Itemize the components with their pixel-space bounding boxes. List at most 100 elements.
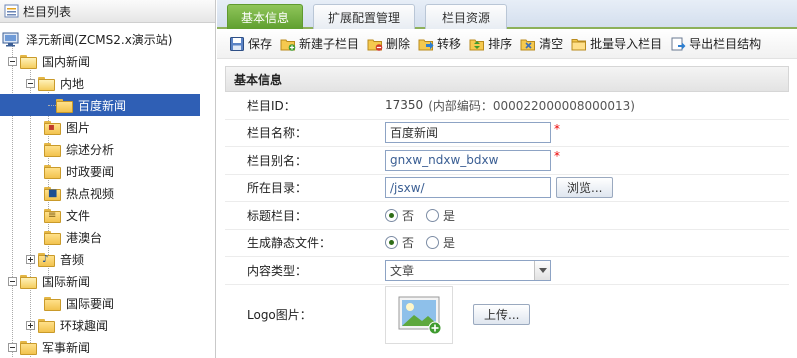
static-yes-option[interactable]: 是 — [426, 234, 455, 251]
move-label: 转移 — [437, 37, 462, 51]
row-column-name: 栏目名称： * — [225, 120, 789, 147]
static-no-option[interactable]: 否 — [385, 234, 414, 251]
tab-column-resources[interactable]: 栏目资源 — [425, 4, 507, 29]
tree-node-label[interactable]: 图片 — [63, 118, 93, 137]
radio-yes[interactable] — [426, 236, 440, 250]
save-label: 保存 — [248, 37, 273, 51]
tree-node-analysis[interactable]: 综述分析 — [0, 138, 215, 160]
expand-toggle-icon[interactable] — [26, 320, 35, 330]
delete-icon — [367, 36, 383, 52]
radio-no[interactable] — [385, 236, 398, 250]
tree-node-baidu-news[interactable]: 百度新闻 — [0, 94, 215, 116]
new-child-column-button[interactable]: 新建子栏目 — [280, 35, 359, 52]
export-icon — [670, 36, 686, 52]
content-type-select[interactable]: 文章 — [385, 259, 551, 281]
tree-node-label[interactable]: 百度新闻 — [75, 96, 129, 115]
tree-node-military-news[interactable]: 军事新闻 — [0, 336, 215, 358]
export-structure-label: 导出栏目结构 — [689, 37, 762, 51]
tree-node-label[interactable]: 国际新闻 — [39, 272, 93, 291]
tree-node-mainland[interactable]: 内地 — [0, 72, 215, 94]
upload-button[interactable]: 上传... — [473, 304, 531, 325]
required-mark: * — [554, 121, 560, 136]
export-structure-button[interactable]: 导出栏目结构 — [670, 35, 761, 52]
save-button[interactable]: 保存 — [229, 35, 272, 52]
tree-node-pictures[interactable]: ▪ 图片 — [0, 116, 215, 138]
batch-import-label: 批量导入栏目 — [590, 37, 663, 51]
collapse-toggle-icon[interactable] — [8, 56, 17, 66]
tree-node-domestic-news[interactable]: 国内新闻 — [0, 50, 215, 72]
image-placeholder-icon — [398, 296, 442, 334]
collapse-toggle-icon[interactable] — [8, 342, 17, 352]
batch-import-button[interactable]: 批量导入栏目 — [571, 35, 662, 52]
column-alias-input[interactable] — [385, 149, 551, 171]
expand-toggle-icon[interactable] — [26, 254, 35, 264]
option-no-label: 否 — [402, 236, 415, 251]
title-column-label: 标题栏目： — [247, 208, 308, 223]
toolbar: 保存 新建子栏目 删除 转移 排序 清空 批量导入栏目 导出栏目结构 — [217, 29, 797, 59]
tab-basic-info[interactable]: 基本信息 — [227, 4, 303, 29]
tree-panel-header: 栏目列表 — [0, 0, 215, 23]
tree-node-label[interactable]: 军事新闻 — [39, 338, 93, 357]
tree-node-label[interactable]: 综述分析 — [63, 140, 117, 159]
folder-icon — [20, 340, 37, 355]
sort-button[interactable]: 排序 — [469, 35, 512, 52]
tree-node-intl-news[interactable]: 国际新闻 — [0, 270, 215, 292]
radio-yes[interactable] — [426, 208, 440, 222]
clear-label: 清空 — [539, 37, 564, 51]
column-id-label: 栏目ID： — [247, 98, 296, 113]
tree-node-label[interactable]: 音频 — [57, 250, 87, 269]
move-button[interactable]: 转移 — [418, 35, 461, 52]
file-folder-icon: ≡ — [44, 208, 61, 223]
option-no-label: 否 — [402, 208, 415, 223]
row-column-id: 栏目ID： 17350 (内部编码：000022000008000013) — [225, 92, 789, 120]
clear-button[interactable]: 清空 — [520, 35, 563, 52]
tree-node-hot-video[interactable]: ■ 热点视频 — [0, 182, 215, 204]
folder-open-icon — [38, 76, 55, 91]
tree-node-files[interactable]: ≡ 文件 — [0, 204, 215, 226]
option-yes-label: 是 — [443, 208, 456, 223]
tree-panel-title: 栏目列表 — [23, 4, 72, 19]
tree-node-label[interactable]: 国际要闻 — [63, 294, 117, 313]
video-folder-icon: ■ — [44, 186, 61, 201]
logo-label: Logo图片： — [247, 308, 312, 322]
tree-node-label[interactable]: 文件 — [63, 206, 93, 225]
folder-icon — [38, 318, 55, 333]
tree-node-label[interactable]: 泽元新闻(ZCMS2.x演示站) — [23, 30, 176, 49]
tab-extended-config[interactable]: 扩展配置管理 — [313, 4, 415, 29]
folder-icon — [44, 296, 61, 311]
tree-node-label[interactable]: 内地 — [57, 74, 87, 93]
tree-node-label[interactable]: 时政要闻 — [63, 162, 117, 181]
tree-node-world-fun[interactable]: 环球趣闻 — [0, 314, 215, 336]
column-tree: 泽元新闻(ZCMS2.x演示站) 国内新闻 内地 百度新闻 ▪ 图片 综述分析 … — [0, 23, 215, 358]
column-id-value: 17350 — [385, 98, 424, 113]
tree-node-label[interactable]: 港澳台 — [63, 228, 105, 247]
tree-node-site-root[interactable]: 泽元新闻(ZCMS2.x演示站) — [0, 28, 215, 50]
column-name-input[interactable] — [385, 122, 551, 144]
logo-preview[interactable] — [385, 285, 453, 344]
tree-node-label[interactable]: 热点视频 — [63, 184, 117, 203]
title-column-yes-option[interactable]: 是 — [426, 207, 455, 224]
browse-button[interactable]: 浏览... — [556, 177, 614, 199]
move-icon — [418, 36, 434, 52]
save-icon — [229, 36, 245, 52]
tree-node-politics[interactable]: 时政要闻 — [0, 160, 215, 182]
tree-node-label[interactable]: 环球趣闻 — [57, 316, 111, 335]
tree-node-label[interactable]: 国内新闻 — [39, 52, 93, 71]
chevron-down-icon[interactable] — [534, 260, 550, 280]
row-directory: 所在目录： 浏览... — [225, 175, 789, 202]
collapse-toggle-icon[interactable] — [26, 78, 35, 88]
tree-node-intl-headlines[interactable]: 国际要闻 — [0, 292, 215, 314]
inner-code-value: (内部编码：000022000008000013) — [428, 98, 635, 113]
directory-input[interactable] — [385, 177, 551, 199]
tree-node-hk-macau-tw[interactable]: 港澳台 — [0, 226, 215, 248]
tree-node-audio[interactable]: ♪ 音频 — [0, 248, 215, 270]
new-child-column-label: 新建子栏目 — [299, 37, 360, 51]
audio-folder-icon: ♪ — [38, 252, 55, 267]
radio-no[interactable] — [385, 208, 398, 222]
folder-icon — [44, 230, 61, 245]
collapse-toggle-icon[interactable] — [8, 276, 17, 286]
delete-button[interactable]: 删除 — [367, 35, 410, 52]
title-column-no-option[interactable]: 否 — [385, 207, 414, 224]
new-folder-icon — [280, 36, 296, 52]
row-logo: Logo图片： 上传... — [225, 285, 789, 345]
